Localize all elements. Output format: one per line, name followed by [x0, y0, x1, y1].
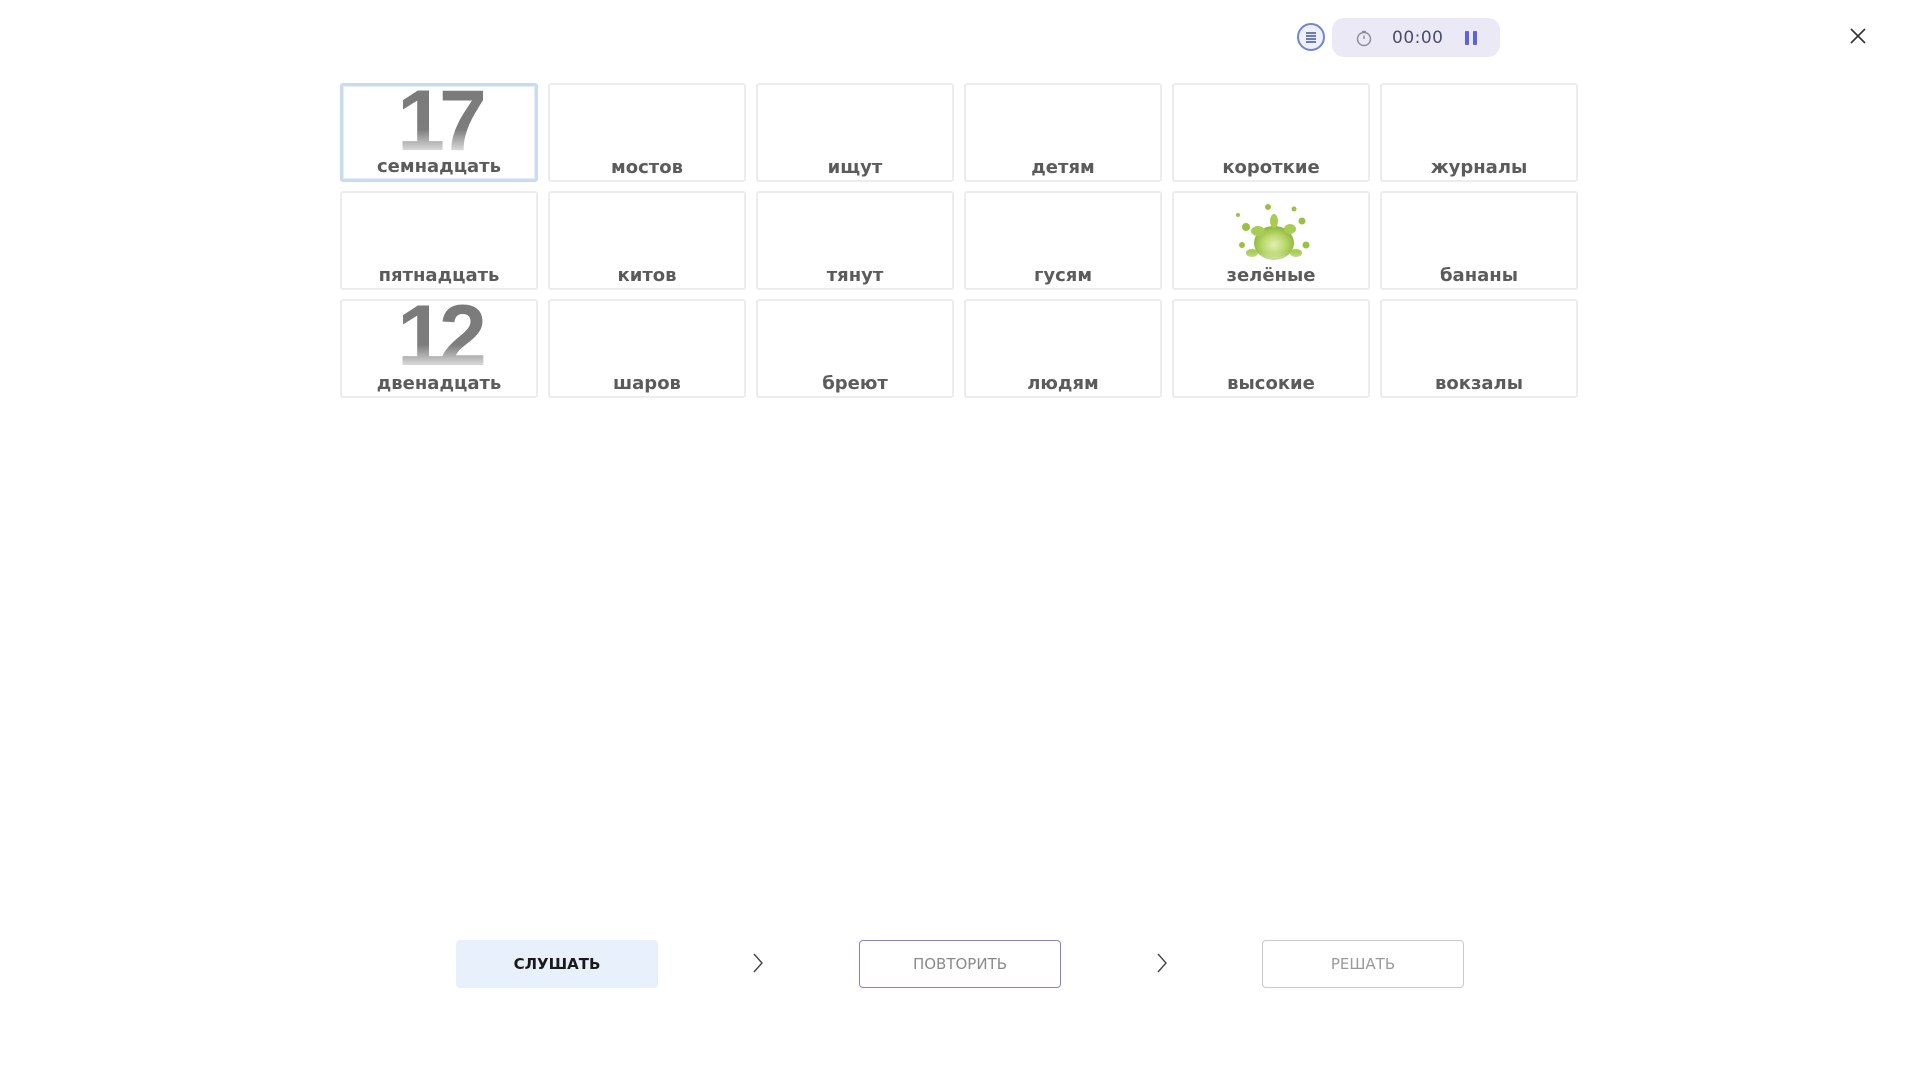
card-word: бананы [1439, 265, 1518, 286]
card-word: короткие [1222, 157, 1320, 178]
card-word: детям [1031, 157, 1095, 178]
word-card-12[interactable]: бананы [1380, 191, 1578, 290]
card-word: гусям [1033, 265, 1093, 286]
chevron-right-icon [1154, 950, 1170, 976]
word-card-11[interactable]: зелёные [1172, 191, 1370, 290]
numeral-17: 17 [343, 86, 535, 164]
repeat-button[interactable]: ПОВТОРИТЬ [859, 940, 1061, 988]
close-icon [1850, 28, 1866, 44]
card-word: зелёные [1226, 265, 1316, 286]
word-card-17[interactable]: высокие [1172, 299, 1370, 398]
green-splash-icon [1236, 204, 1310, 260]
card-word: вокзалы [1434, 373, 1524, 394]
card-word: тянут [826, 265, 884, 286]
word-card-13[interactable]: 12 двенадцать [340, 299, 538, 398]
numeral-12: 12 [342, 301, 536, 379]
card-word: ищут [827, 157, 883, 178]
card-word: двенадцать [376, 373, 502, 394]
solve-button[interactable]: РЕШАТЬ [1262, 940, 1464, 988]
word-card-15[interactable]: бреют [756, 299, 954, 398]
pause-button[interactable] [1461, 28, 1481, 48]
memory-trainer-screen: 00:00 17 семнадцать мостов ищут детям ко… [0, 0, 1920, 1080]
card-word: журналы [1430, 157, 1528, 178]
word-card-6[interactable]: журналы [1380, 83, 1578, 182]
word-card-4[interactable]: детям [964, 83, 1162, 182]
card-word: мостов [611, 157, 683, 178]
word-grid: 17 семнадцать мостов ищут детям короткие… [340, 83, 1578, 398]
listen-button[interactable]: СЛУШАТЬ [456, 940, 658, 988]
card-word: высокие [1227, 373, 1315, 394]
card-word: китов [617, 265, 677, 286]
word-card-14[interactable]: шаров [548, 299, 746, 398]
timer: 00:00 [1332, 18, 1500, 57]
word-card-2[interactable]: мостов [548, 83, 746, 182]
card-word: бреют [822, 373, 888, 394]
card-word: шаров [613, 373, 681, 394]
word-card-16[interactable]: людям [964, 299, 1162, 398]
word-card-1[interactable]: 17 семнадцать [340, 83, 538, 182]
list-icon [1306, 32, 1316, 43]
card-word: людям [1027, 373, 1099, 394]
word-card-9[interactable]: тянут [756, 191, 954, 290]
card-word: семнадцать [376, 156, 501, 177]
clock-icon [1354, 28, 1374, 48]
chevron-right-icon [750, 950, 766, 976]
word-card-5[interactable]: короткие [1172, 83, 1370, 182]
card-word: пятнадцать [378, 265, 500, 286]
word-card-10[interactable]: гусям [964, 191, 1162, 290]
word-card-18[interactable]: вокзалы [1380, 299, 1578, 398]
pause-icon [1464, 30, 1477, 45]
word-card-8[interactable]: китов [548, 191, 746, 290]
timer-value: 00:00 [1392, 27, 1444, 48]
list-button[interactable] [1297, 23, 1325, 51]
word-card-3[interactable]: ищут [756, 83, 954, 182]
close-button[interactable] [1846, 24, 1870, 48]
word-card-7[interactable]: пятнадцать [340, 191, 538, 290]
